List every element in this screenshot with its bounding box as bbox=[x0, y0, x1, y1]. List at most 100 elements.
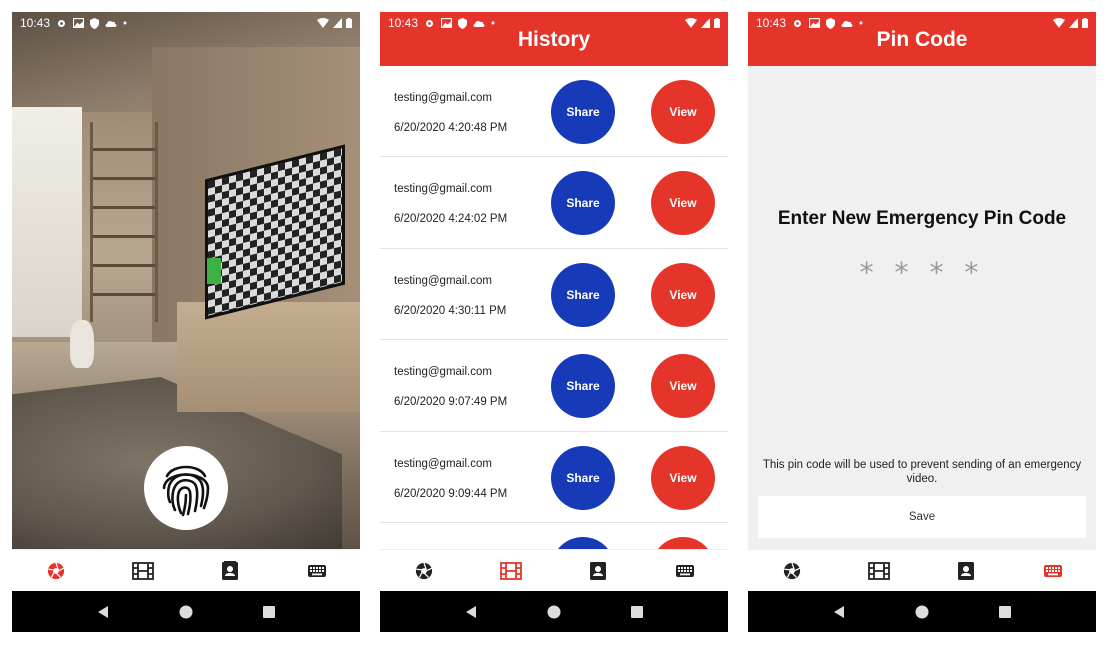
share-button[interactable]: Share bbox=[551, 262, 615, 327]
signal-icon bbox=[701, 18, 710, 28]
settings-icon bbox=[58, 19, 66, 27]
shield-icon bbox=[826, 17, 836, 29]
history-list[interactable]: testing@gmail.com 6/20/2020 4:20:48 PM S… bbox=[380, 66, 728, 549]
home-icon bbox=[915, 605, 929, 618]
wifi-icon bbox=[1053, 18, 1065, 28]
view-button[interactable]: View bbox=[651, 445, 715, 510]
item-date: 6/20/2020 9:07:49 PM bbox=[394, 396, 508, 409]
dot-icon bbox=[123, 21, 127, 25]
shield-icon bbox=[458, 17, 468, 29]
gallery-icon bbox=[73, 18, 85, 28]
wifi-icon bbox=[685, 18, 697, 28]
recents-button[interactable] bbox=[254, 597, 284, 627]
film-icon bbox=[499, 561, 522, 580]
camera-screen: 10:43 bbox=[12, 12, 360, 632]
nav-contacts[interactable] bbox=[946, 556, 986, 586]
battery-icon bbox=[1082, 18, 1088, 28]
share-button[interactable]: Share bbox=[551, 171, 615, 236]
nav-camera[interactable] bbox=[36, 556, 76, 586]
nav-pin-code[interactable] bbox=[665, 556, 705, 586]
nav-contacts[interactable] bbox=[210, 556, 250, 586]
shield-icon bbox=[90, 17, 100, 29]
item-email: testing@gmail.com bbox=[394, 274, 492, 287]
keyboard-icon bbox=[1043, 564, 1062, 577]
recents-icon bbox=[630, 605, 643, 618]
list-item: testing@gmail.com 6/20/2020 9:07:49 PM S… bbox=[380, 340, 728, 432]
home-icon bbox=[547, 605, 561, 618]
gallery-icon bbox=[441, 18, 453, 28]
cloud-icon bbox=[105, 20, 117, 27]
save-button[interactable]: Save bbox=[758, 496, 1086, 538]
back-button[interactable] bbox=[456, 597, 486, 627]
record-button[interactable] bbox=[144, 446, 228, 530]
home-button[interactable] bbox=[907, 597, 937, 627]
pin-input[interactable] bbox=[842, 254, 1002, 290]
item-email: testing@gmail.com bbox=[394, 366, 492, 379]
view-button[interactable]: View bbox=[651, 80, 715, 144]
camera-shutter-icon bbox=[783, 562, 800, 579]
nav-camera[interactable] bbox=[772, 556, 812, 586]
film-icon bbox=[131, 561, 154, 580]
cloud-icon bbox=[473, 20, 485, 27]
view-button[interactable]: View bbox=[651, 354, 715, 419]
list-item-partial bbox=[380, 523, 728, 549]
film-icon bbox=[867, 561, 890, 580]
recents-button[interactable] bbox=[990, 597, 1020, 627]
pin-code-screen: Pin Code 10:43 Enter New Emergency Pin C… bbox=[748, 12, 1096, 632]
back-button[interactable] bbox=[88, 597, 118, 627]
signal-icon bbox=[333, 18, 342, 28]
gallery-icon bbox=[809, 18, 821, 28]
item-date: 6/20/2020 9:09:44 PM bbox=[394, 487, 508, 500]
list-item: testing@gmail.com 6/20/2020 4:20:48 PM S… bbox=[380, 66, 728, 158]
system-nav-bar bbox=[748, 591, 1096, 632]
status-time: 10:43 bbox=[756, 16, 787, 30]
contact-card-icon bbox=[221, 560, 238, 580]
signal-icon bbox=[1069, 18, 1078, 28]
item-email: testing@gmail.com bbox=[394, 183, 492, 196]
home-icon bbox=[179, 605, 193, 618]
item-email: testing@gmail.com bbox=[394, 457, 492, 470]
status-bar: 10:43 bbox=[12, 12, 360, 34]
nav-videos[interactable] bbox=[859, 556, 899, 586]
nav-camera[interactable] bbox=[404, 556, 444, 586]
pin-note: This pin code will be used to prevent se… bbox=[762, 459, 1082, 485]
back-icon bbox=[834, 605, 845, 618]
share-button[interactable]: Share bbox=[551, 80, 615, 144]
battery-icon bbox=[714, 18, 720, 28]
share-button[interactable] bbox=[551, 536, 615, 549]
list-item: testing@gmail.com 6/20/2020 9:09:44 PM S… bbox=[380, 432, 728, 523]
bottom-nav bbox=[748, 549, 1096, 591]
status-bar: 10:43 bbox=[748, 12, 1096, 34]
dot-icon bbox=[859, 21, 863, 25]
back-icon bbox=[466, 605, 477, 618]
list-item: testing@gmail.com 6/20/2020 4:30:11 PM S… bbox=[380, 249, 728, 341]
recents-icon bbox=[998, 605, 1011, 618]
home-button[interactable] bbox=[171, 597, 201, 627]
recents-button[interactable] bbox=[622, 597, 652, 627]
share-button[interactable]: Share bbox=[551, 354, 615, 419]
item-date: 6/20/2020 4:30:11 PM bbox=[394, 304, 507, 317]
view-button[interactable]: View bbox=[651, 262, 715, 327]
view-button[interactable] bbox=[651, 536, 715, 549]
nav-pin-code[interactable] bbox=[1033, 556, 1073, 586]
view-button[interactable]: View bbox=[651, 171, 715, 236]
system-nav-bar bbox=[380, 591, 728, 632]
home-button[interactable] bbox=[539, 597, 569, 627]
nav-contacts[interactable] bbox=[578, 556, 618, 586]
share-button[interactable]: Share bbox=[551, 445, 615, 510]
list-item: testing@gmail.com 6/20/2020 4:24:02 PM S… bbox=[380, 157, 728, 249]
dot-icon bbox=[491, 21, 495, 25]
bottom-nav bbox=[12, 549, 360, 591]
wifi-icon bbox=[317, 18, 329, 28]
back-icon bbox=[98, 605, 109, 618]
nav-videos[interactable] bbox=[491, 556, 531, 586]
camera-shutter-icon bbox=[415, 562, 432, 579]
bottom-nav bbox=[380, 549, 728, 591]
contact-card-icon bbox=[589, 561, 606, 580]
nav-videos[interactable] bbox=[123, 556, 163, 586]
recents-icon bbox=[262, 605, 275, 618]
settings-icon bbox=[794, 19, 802, 27]
settings-icon bbox=[426, 19, 434, 27]
nav-pin-code[interactable] bbox=[297, 556, 337, 586]
back-button[interactable] bbox=[824, 597, 854, 627]
